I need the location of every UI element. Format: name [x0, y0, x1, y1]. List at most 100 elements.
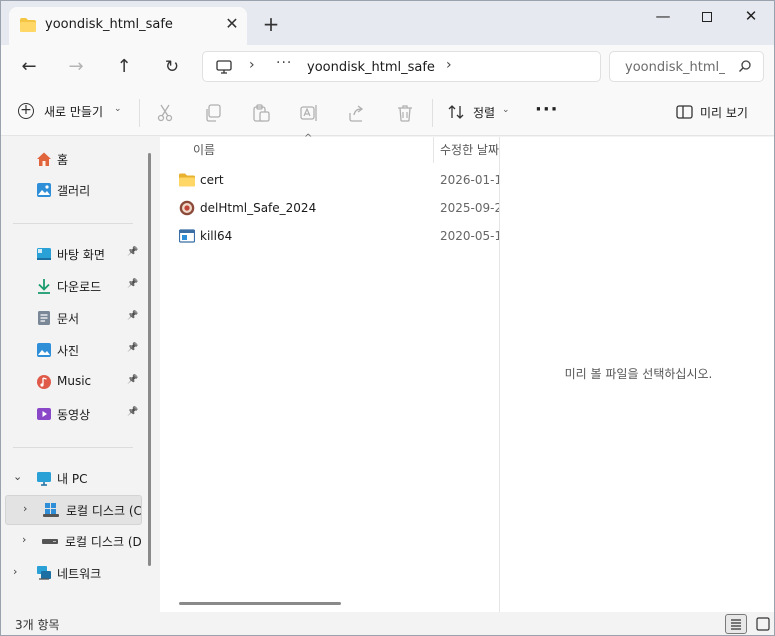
pictures-icon	[37, 343, 51, 357]
file-list: ^ 이름 수정한 날짜 cert 2026-01-1 delHtml_Safe_…	[160, 133, 499, 612]
tab-title: yoondisk_html_safe	[45, 17, 173, 32]
sidebar-item-music[interactable]: Music 📌	[1, 370, 141, 396]
share-icon[interactable]	[348, 104, 366, 122]
search-box[interactable]: yoondisk_html_safe	[609, 51, 764, 82]
minimize-button[interactable]: —	[640, 1, 686, 33]
command-bar: + 새로 만들기 ⌄ 정렬 ⌄ ··· 미리 보기	[1, 89, 774, 136]
drive-icon	[42, 539, 58, 544]
gallery-icon	[37, 183, 51, 197]
tiles-view-icon	[756, 617, 770, 631]
exe-icon	[179, 229, 195, 243]
pin-icon[interactable]: 📌	[127, 343, 138, 353]
details-view-button[interactable]	[725, 614, 747, 634]
pin-icon[interactable]: 📌	[127, 311, 138, 321]
paste-icon[interactable]	[252, 104, 270, 122]
horizontal-scrollbar[interactable]	[179, 602, 341, 605]
sidebar-item-home[interactable]: 홈	[1, 147, 141, 173]
sidebar-scrollbar[interactable]	[148, 153, 151, 566]
sidebar-item-label: 네트워크	[57, 567, 102, 581]
computer-icon	[216, 60, 232, 74]
file-date: 2025-09-2	[440, 201, 499, 215]
file-date: 2020-05-1	[440, 229, 499, 243]
expand-chevron-icon[interactable]: ›	[22, 533, 26, 546]
sort-icon	[448, 105, 464, 119]
new-tab-button[interactable]: +	[259, 13, 283, 37]
file-explorer-window: yoondisk_html_safe ✕ + — ✕ ← → ↑ ↻ › ···…	[0, 0, 775, 636]
breadcrumb-separator[interactable]: ›	[249, 57, 255, 73]
preview-pane: 미리 볼 파일을 선택하십시오.	[499, 137, 774, 612]
sidebar-item-label: 갤러리	[57, 184, 91, 198]
sidebar-item-gallery[interactable]: 갤러리	[1, 178, 141, 204]
expand-chevron-icon[interactable]: ›	[23, 502, 27, 515]
chevron-down-icon: ⌄	[502, 105, 510, 115]
sidebar-item-pictures[interactable]: 사진 📌	[1, 338, 141, 364]
address-bar[interactable]: › ··· yoondisk_html_safe ›	[202, 51, 601, 82]
pin-icon[interactable]: 📌	[127, 279, 138, 289]
plus-circle-icon: +	[18, 103, 34, 119]
sidebar-item-downloads[interactable]: 다운로드 📌	[1, 274, 141, 300]
sidebar-item-label: 문서	[57, 312, 80, 326]
copy-icon[interactable]	[204, 104, 222, 122]
toolbar-divider	[432, 99, 433, 127]
sidebar-item-desktop[interactable]: 바탕 화면 📌	[1, 242, 141, 268]
sidebar-item-videos[interactable]: 동영상 📌	[1, 402, 141, 428]
sidebar-item-label: 동영상	[57, 408, 91, 422]
column-header-name[interactable]: 이름	[193, 141, 215, 158]
desktop-icon	[37, 248, 51, 260]
download-icon	[38, 279, 50, 294]
large-icons-view-button[interactable]	[752, 614, 774, 634]
collapse-chevron-icon[interactable]: ⌄	[13, 470, 22, 483]
file-name: kill64	[200, 229, 233, 243]
navigation-pane: 홈 갤러리 바탕 화면 📌 다운로드 📌 문서 📌 사진 📌 Music 📌 동…	[1, 137, 153, 612]
sidebar-item-this-pc[interactable]: ⌄ 내 PC	[1, 466, 141, 492]
sort-indicator-icon: ^	[304, 133, 313, 144]
sidebar-divider	[13, 447, 133, 448]
sidebar-divider	[13, 223, 133, 224]
pin-icon[interactable]: 📌	[127, 407, 138, 417]
rename-icon[interactable]	[300, 104, 318, 122]
preview-placeholder-text: 미리 볼 파일을 선택하십시오.	[564, 367, 713, 381]
search-icon	[739, 60, 751, 72]
close-window-button[interactable]: ✕	[728, 1, 774, 33]
search-input[interactable]: yoondisk_html_safe	[625, 60, 725, 75]
refresh-button[interactable]: ↻	[157, 53, 187, 81]
delete-icon[interactable]	[396, 104, 414, 122]
sidebar-item-label: Music	[57, 374, 92, 388]
more-options-button[interactable]: ···	[535, 99, 559, 120]
breadcrumb-separator[interactable]: ›	[446, 57, 452, 73]
back-button[interactable]: ←	[14, 53, 44, 81]
sidebar-item-documents[interactable]: 문서 📌	[1, 306, 141, 332]
file-row-delhtml[interactable]: delHtml_Safe_2024 2025-09-2	[160, 195, 499, 221]
up-button[interactable]: ↑	[109, 53, 139, 81]
sidebar-item-network[interactable]: › 네트워크	[1, 561, 141, 587]
folder-icon	[20, 18, 36, 32]
network-icon	[37, 566, 51, 580]
sidebar-item-label: 로컬 디스크 (D:)	[65, 535, 141, 549]
pin-icon[interactable]: 📌	[127, 247, 138, 257]
column-divider[interactable]	[433, 137, 434, 163]
column-header-date[interactable]: 수정한 날짜	[440, 141, 499, 158]
cut-icon[interactable]	[156, 104, 174, 122]
sidebar-item-local-disk-d[interactable]: › 로컬 디스크 (D:)	[1, 529, 141, 555]
forward-button[interactable]: →	[61, 53, 91, 81]
file-row-kill64[interactable]: kill64 2020-05-1	[160, 223, 499, 249]
sort-button-label: 정렬	[473, 106, 496, 120]
preview-button-label: 미리 보기	[700, 106, 748, 120]
breadcrumb-overflow[interactable]: ···	[276, 55, 292, 71]
tab-close-button[interactable]: ✕	[221, 13, 243, 35]
file-name: cert	[200, 173, 224, 187]
app-icon	[179, 200, 195, 216]
maximize-button[interactable]	[684, 1, 730, 33]
maximize-icon	[702, 12, 712, 22]
pin-icon[interactable]: 📌	[127, 375, 138, 385]
file-row-cert[interactable]: cert 2026-01-1	[160, 167, 499, 193]
tab-current-folder[interactable]: yoondisk_html_safe ✕	[9, 7, 247, 45]
sidebar-item-label: 로컬 디스크 (C:)	[66, 504, 141, 518]
sidebar-item-label: 다운로드	[57, 280, 102, 294]
expand-chevron-icon[interactable]: ›	[13, 565, 17, 578]
status-bar: 3개 항목	[1, 612, 774, 635]
breadcrumb-current[interactable]: yoondisk_html_safe	[307, 60, 435, 75]
toolbar-divider	[139, 99, 140, 127]
file-date: 2026-01-1	[440, 173, 499, 187]
sidebar-item-local-disk-c[interactable]: › 로컬 디스크 (C:)	[5, 495, 142, 525]
